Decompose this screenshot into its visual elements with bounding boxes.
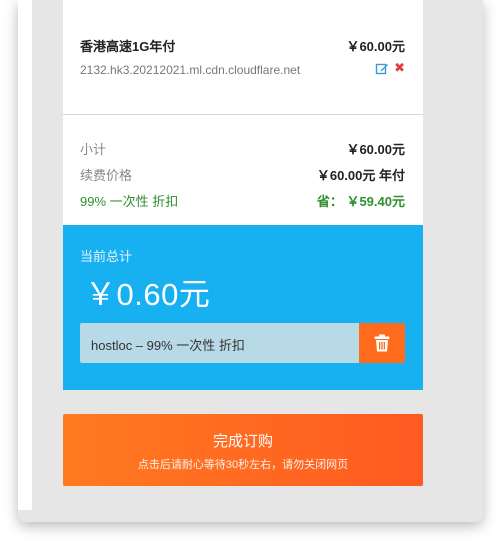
current-total-amount: ￥0.60元 bbox=[85, 277, 211, 312]
item-price: ￥60.00元 bbox=[346, 39, 405, 54]
promo-code-text: hostloc – 99% 一次性 折扣 bbox=[91, 338, 245, 353]
remove-promo-button[interactable] bbox=[359, 323, 405, 363]
renewal-label: 续费价格 bbox=[80, 168, 133, 183]
close-icon[interactable]: ✖ bbox=[394, 60, 405, 76]
renewal-value: ￥60.00元 年付 bbox=[316, 168, 405, 183]
discount-savings: 省： ￥59.40元 bbox=[316, 194, 405, 209]
applied-promo-code: hostloc – 99% 一次性 折扣 bbox=[80, 323, 405, 363]
cart-item: 香港高速1G年付 ￥60.00元 2132.hk3.20212021.ml.cd… bbox=[63, 0, 423, 115]
order-summary-panel: 香港高速1G年付 ￥60.00元 2132.hk3.20212021.ml.cd… bbox=[63, 0, 423, 390]
item-name: 香港高速1G年付 bbox=[80, 39, 176, 54]
subtotal-value: ￥60.00元 bbox=[346, 142, 405, 157]
current-total-panel: 当前总计 ￥0.60元 hostloc – 99% 一次性 折扣 bbox=[63, 225, 423, 390]
edit-icon[interactable] bbox=[375, 62, 389, 76]
price-breakdown: 小计 ￥60.00元 续费价格 ￥60.00元 年付 99% 一次性 折扣 省：… bbox=[63, 115, 423, 225]
complete-order-button[interactable]: 完成订购 点击后请耐心等待30秒左右，请勿关闭网页 bbox=[63, 414, 423, 486]
order-summary-window: 香港高速1G年付 ￥60.00元 2132.hk3.20212021.ml.cd… bbox=[18, 0, 483, 522]
discount-label: 99% 一次性 折扣 bbox=[80, 194, 179, 209]
left-panel-edge bbox=[18, 0, 32, 510]
current-total-label: 当前总计 bbox=[80, 249, 133, 264]
subtotal-label: 小计 bbox=[80, 142, 107, 157]
complete-order-note: 点击后请耐心等待30秒左右，请勿关闭网页 bbox=[137, 459, 349, 471]
item-hostname: 2132.hk3.20212021.ml.cdn.cloudflare.net bbox=[80, 63, 301, 77]
trash-icon bbox=[374, 334, 390, 352]
complete-order-label: 完成订购 bbox=[212, 433, 273, 450]
